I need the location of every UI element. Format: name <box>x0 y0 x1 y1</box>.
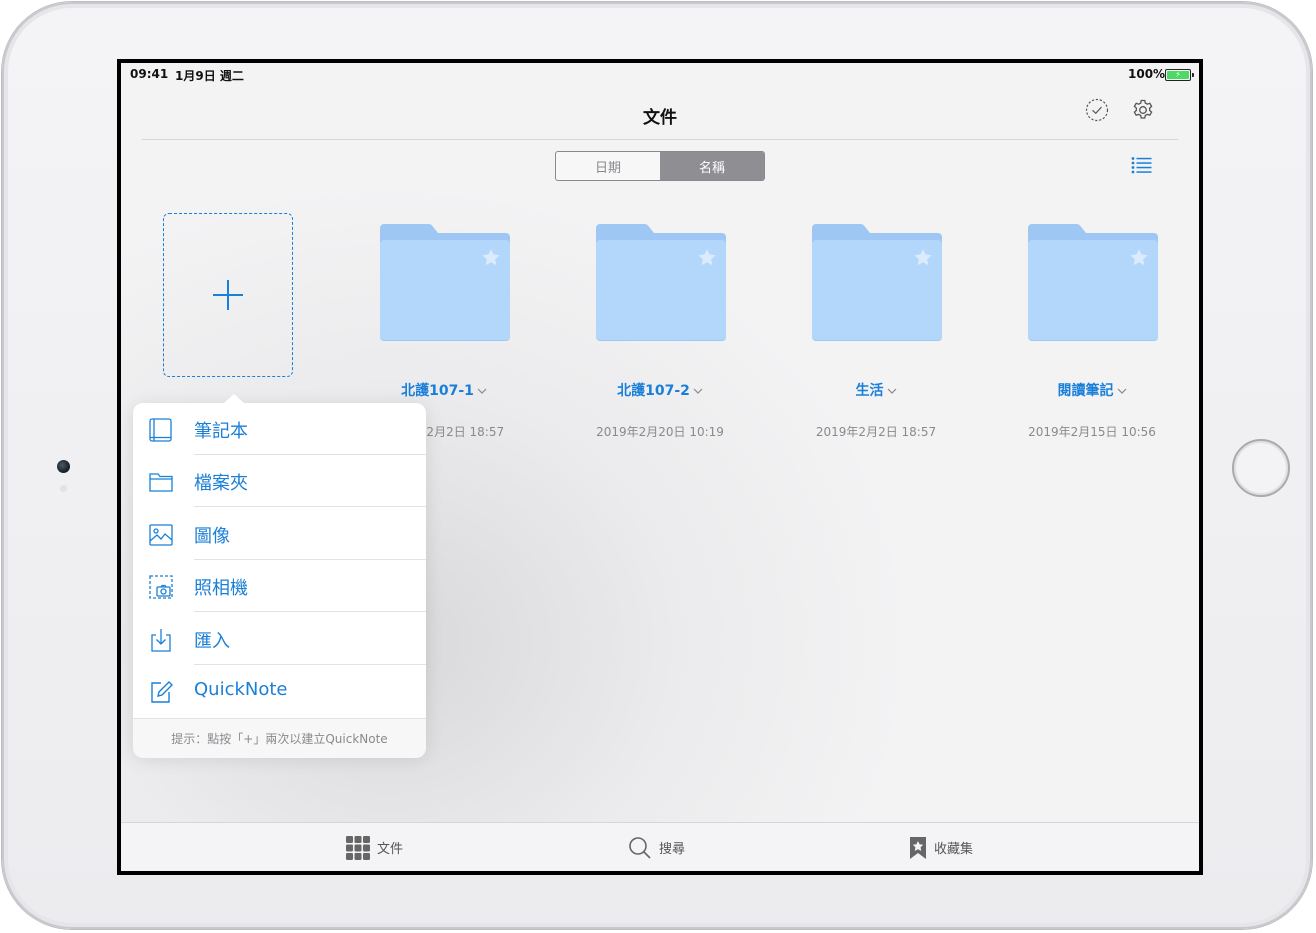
select-check-icon[interactable] <box>1085 98 1109 126</box>
home-button[interactable] <box>1232 439 1290 497</box>
menu-separator <box>194 611 426 612</box>
tab-label: 收藏集 <box>934 842 974 857</box>
folder-name[interactable]: 北護107-2 <box>550 380 770 400</box>
menu-item-import[interactable]: 匯入 <box>133 613 426 665</box>
plus-icon <box>212 279 244 315</box>
bookmark-star-icon <box>910 836 926 859</box>
settings-gear-icon[interactable] <box>1131 98 1155 126</box>
camera-icon <box>148 574 174 604</box>
menu-item-label: 檔案夾 <box>194 473 248 494</box>
ambient-sensor <box>60 485 67 492</box>
tab-search[interactable]: 搜尋 <box>628 823 685 871</box>
quicknote-tip: 提示：點按「+」兩次以建立QuickNote <box>171 732 388 746</box>
battery-icon: ⚡ <box>1165 69 1194 81</box>
menu-item-label: QuickNote <box>194 679 288 700</box>
menu-item-image[interactable]: 圖像 <box>133 508 426 560</box>
folder-name[interactable]: 閱讀筆記 <box>982 380 1199 400</box>
add-new-tile[interactable] <box>163 213 293 377</box>
menu-item-quicknote[interactable]: QuickNote <box>133 665 426 717</box>
menu-item-notebook[interactable]: 筆記本 <box>133 403 426 455</box>
sort-segmented-control[interactable]: 日期 名稱 <box>555 151 765 181</box>
image-icon <box>148 522 174 552</box>
menu-item-label: 匯入 <box>194 631 230 652</box>
folder-icon <box>1028 224 1158 341</box>
tab-favorites[interactable]: 收藏集 <box>909 823 973 871</box>
notebook-icon <box>148 417 174 447</box>
folder-date: 2019年2月20日 10:19 <box>596 425 724 439</box>
folder-name[interactable]: 北護107-1 <box>334 380 554 400</box>
create-popover-menu: 筆記本 檔案夾 圖像 照相機 匯入 QuickNote 提示：點按「+」兩次以建… <box>133 394 426 758</box>
battery-fill: ⚡ <box>1167 71 1189 79</box>
nav-divider <box>142 139 1178 140</box>
folder-icon <box>380 224 510 341</box>
sort-by-date[interactable]: 日期 <box>556 152 660 180</box>
menu-separator <box>194 506 426 507</box>
popover-footer: 提示：點按「+」兩次以建立QuickNote <box>133 718 426 758</box>
search-icon <box>629 836 651 859</box>
chevron-down-icon <box>477 388 487 394</box>
menu-item-label: 圖像 <box>194 526 230 547</box>
tab-documents[interactable]: 文件 <box>346 823 403 871</box>
tab-label: 搜尋 <box>659 842 686 857</box>
status-bar: 09:41 1月9日 週二 100% ⚡ <box>121 63 1199 85</box>
folder-item[interactable]: 北護107-2 2019年2月20日 10:19 <box>590 223 730 439</box>
quicknote-icon <box>148 679 174 709</box>
page-title: 文件 <box>643 108 677 128</box>
chevron-down-icon <box>1117 388 1126 394</box>
menu-item-folder[interactable]: 檔案夾 <box>133 455 426 507</box>
menu-item-label: 筆記本 <box>194 421 248 442</box>
folder-icon <box>148 469 174 499</box>
folder-name[interactable]: 生活 <box>766 380 986 400</box>
folder-item[interactable]: 北護107-1 2019年2月2日 18:57 <box>374 223 514 439</box>
folder-item[interactable]: 閱讀筆記 2019年2月15日 10:56 <box>1022 223 1162 439</box>
chevron-down-icon <box>887 388 896 394</box>
menu-item-camera[interactable]: 照相機 <box>133 560 426 612</box>
folder-date: 2019年2月2日 18:57 <box>815 425 937 439</box>
menu-item-label: 照相機 <box>194 578 248 599</box>
sort-by-name[interactable]: 名稱 <box>660 152 764 180</box>
status-date: 1月9日 週二 <box>175 69 244 83</box>
tab-label: 文件 <box>377 842 404 857</box>
front-camera <box>57 460 70 473</box>
screen-bezel: 09:41 1月9日 週二 100% ⚡ 文件 日期 名稱 北護107-1 20… <box>117 59 1203 875</box>
ipad-frame: 09:41 1月9日 週二 100% ⚡ 文件 日期 名稱 北護107-1 20… <box>2 2 1312 929</box>
battery-percentage: 100% <box>1128 67 1166 81</box>
list-view-icon[interactable] <box>1131 156 1153 178</box>
tab-bar: 文件 搜尋 收藏集 <box>121 822 1199 871</box>
folder-item[interactable]: 生活 2019年2月2日 18:57 <box>806 223 946 439</box>
folder-icon <box>596 224 726 341</box>
folder-icon <box>812 224 942 341</box>
app-display: 09:41 1月9日 週二 100% ⚡ 文件 日期 名稱 北護107-1 20… <box>121 63 1199 871</box>
grid-icon <box>346 835 370 860</box>
status-time: 09:41 <box>130 67 169 81</box>
import-icon <box>148 627 174 657</box>
chevron-down-icon <box>693 388 703 394</box>
folder-date: 2019年2月15日 10:56 <box>1028 425 1156 439</box>
